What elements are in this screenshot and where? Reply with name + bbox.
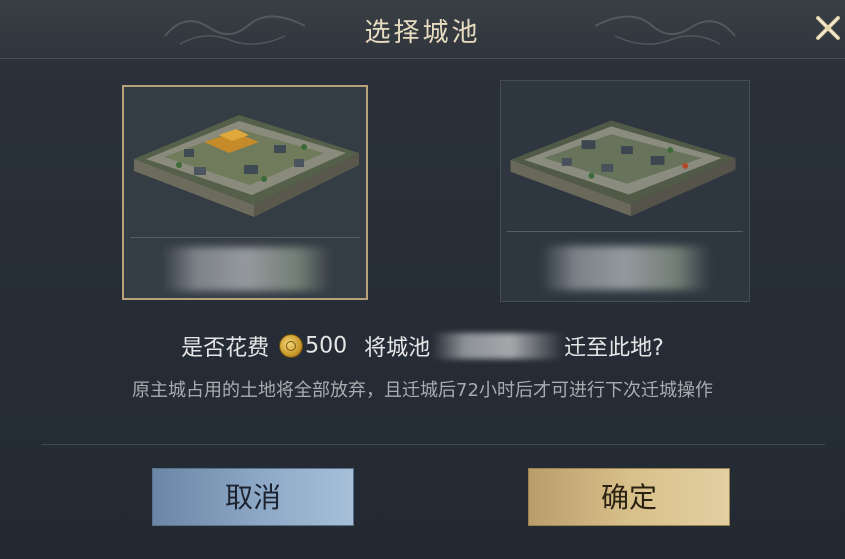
city-name-blurred [541,246,711,290]
main-city-image [134,115,359,217]
confirm-button[interactable]: 确定 [528,468,730,526]
city-name-blurred [162,247,332,291]
city-card-main[interactable] [122,85,368,300]
title-bar: 选择城池 [0,0,845,59]
card-divider [507,231,743,232]
close-button[interactable] [812,8,844,48]
close-icon [816,16,840,40]
relocate-notice: 原主城占用的土地将全部放弃，且迁城后72小时后才可进行下次迁城操作 [132,380,713,401]
cost-amount: 500 [305,333,348,359]
relocate-city-dialog: 选择城池 是否花费 500 将城池 迁至此地? 原主城占用的土地将全部放弃，且迁… [0,0,845,559]
dialog-title: 选择城池 [364,18,481,48]
footer-divider [42,444,825,445]
coin-icon [279,334,304,358]
relocate-question: 是否花费 500 将城池 迁至此地? [0,330,845,362]
question-middle: 将城池 [364,336,431,361]
question-suffix: 迁至此地? [564,336,664,361]
city-card-secondary[interactable] [500,80,750,302]
cancel-button[interactable]: 取消 [152,468,354,526]
card-divider [130,237,360,238]
question-prefix: 是否花费 [181,336,270,361]
secondary-city-image [510,120,736,217]
city-name-inline-blurred [432,333,565,359]
